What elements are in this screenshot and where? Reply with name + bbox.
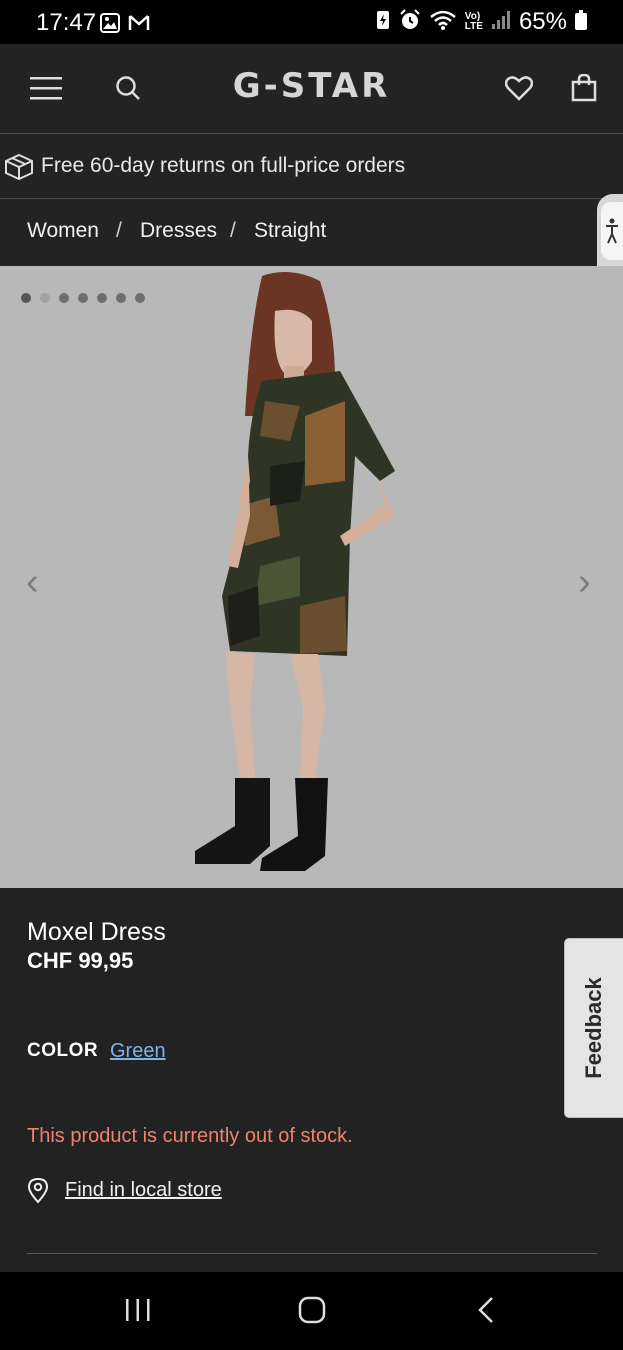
carousel-next-button[interactable]: › [578,561,591,604]
breadcrumb-item-straight[interactable]: Straight [254,219,326,243]
product-price: CHF 99,95 [27,948,134,973]
color-label: COLOR [27,1040,99,1061]
find-in-store-link[interactable]: Find in local store [65,1179,222,1202]
battery-saver-icon [375,9,391,36]
breadcrumb-item-women[interactable]: Women [27,219,99,243]
wishlist-button[interactable] [499,70,539,110]
volte-icon: Vo) LTE [464,11,483,32]
back-button[interactable] [464,1292,508,1332]
out-of-stock-message: This product is currently out of stock. [27,1125,353,1147]
site-header: G-STAR [0,44,623,134]
gallery-icon [100,13,120,38]
wifi-icon [429,9,457,36]
product-name: Moxel Dress [27,918,166,946]
system-icons: Vo) LTE 65% [375,8,587,36]
recent-apps-icon [124,1298,152,1327]
home-icon [298,1296,326,1329]
box-icon [4,153,34,186]
status-bar: 17:47 Vo) LTE 65% [0,0,623,44]
heart-icon [504,75,534,106]
breadcrumb-separator: / [230,219,236,242]
feedback-label: Feedback [581,977,606,1079]
divider [27,1253,597,1254]
android-nav-bar [0,1272,623,1350]
battery-percentage: 65% [518,8,567,35]
product-photo [195,272,395,871]
promo-text: Free 60-day returns on full-price orders [41,154,406,177]
gmail-icon [128,13,150,38]
breadcrumb-item-dresses[interactable]: Dresses [140,219,217,243]
accessibility-icon [601,202,623,260]
home-button[interactable] [290,1292,334,1332]
breadcrumb-separator: / [116,219,122,242]
carousel-prev-button[interactable]: ‹ [26,561,39,604]
back-icon [477,1296,495,1329]
location-pin-icon [27,1177,49,1209]
notification-icons [100,13,150,38]
promo-banner: Free 60-day returns on full-price orders [0,134,623,199]
alarm-icon [399,8,421,36]
shopping-bag-icon [571,73,597,107]
breadcrumb: Women / Dresses / Straight [0,199,623,266]
status-time: 17:47 [36,9,97,36]
color-value-link[interactable]: Green [110,1040,166,1063]
recent-apps-button[interactable] [116,1292,160,1332]
cart-button[interactable] [564,70,604,110]
battery-icon [575,9,587,35]
product-info: Moxel Dress CHF 99,95 COLOR Green This p… [0,888,623,1272]
signal-icon [491,10,511,35]
product-image-carousel[interactable]: ‹ › [0,266,623,888]
feedback-button[interactable]: Feedback [564,938,623,1118]
